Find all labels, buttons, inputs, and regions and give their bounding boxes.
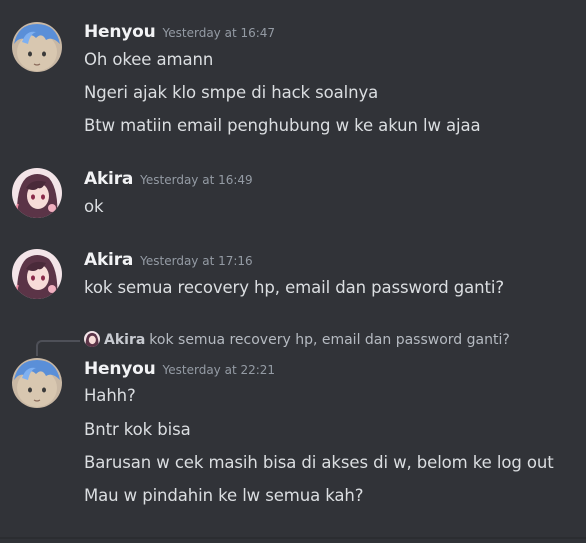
message-header: Akira Yesterday at 17:16 (84, 250, 253, 274)
message-header: Akira Yesterday at 16:49 (84, 169, 253, 193)
message-text: Bntr kok bisa (84, 420, 191, 439)
message-header: Henyou Yesterday at 22:21 (84, 359, 275, 383)
message-text: Barusan w cek masih bisa di akses di w, … (84, 453, 554, 472)
akira-avatar-image (12, 168, 62, 218)
timestamp[interactable]: Yesterday at 17:16 (140, 254, 253, 268)
akira-avatar[interactable] (12, 168, 62, 218)
akira-avatar[interactable] (12, 249, 62, 299)
author-name[interactable]: Akira (84, 250, 133, 270)
henyou-avatar[interactable] (12, 358, 62, 408)
author-name[interactable]: Henyou (84, 359, 156, 379)
message-text: ok (84, 197, 104, 216)
author-name[interactable]: Henyou (84, 22, 156, 42)
henyou-avatar[interactable] (12, 22, 62, 72)
reply-reference[interactable]: Akira kok semua recovery hp, email dan pa… (84, 329, 510, 349)
message-text: Mau w pindahin ke lw semua kah? (84, 486, 364, 505)
message-text: Oh okee amann (84, 50, 214, 69)
henyou-avatar-image (12, 22, 62, 72)
chat-message-list: Henyou Yesterday at 16:47 Oh okee amann N… (0, 0, 586, 543)
henyou-avatar-image (12, 358, 62, 408)
timestamp[interactable]: Yesterday at 16:49 (140, 173, 253, 187)
message-text: kok semua recovery hp, email dan passwor… (84, 278, 505, 297)
divider (0, 537, 586, 539)
timestamp[interactable]: Yesterday at 16:47 (163, 26, 276, 40)
author-name[interactable]: Akira (84, 169, 133, 189)
akira-avatar-image (12, 249, 62, 299)
reply-spine (36, 340, 80, 356)
reply-author[interactable]: Akira (104, 332, 145, 348)
timestamp[interactable]: Yesterday at 22:21 (163, 363, 276, 377)
message-text: Hahh? (84, 386, 136, 405)
message-text: Btw matiin email penghubung w ke akun lw… (84, 116, 481, 135)
akira-avatar-image (84, 331, 100, 347)
message-header: Henyou Yesterday at 16:47 (84, 22, 275, 46)
message-text: Ngeri ajak klo smpe di hack soalnya (84, 83, 379, 102)
reply-text[interactable]: kok semua recovery hp, email dan passwor… (149, 332, 509, 348)
reply-avatar (84, 331, 100, 347)
